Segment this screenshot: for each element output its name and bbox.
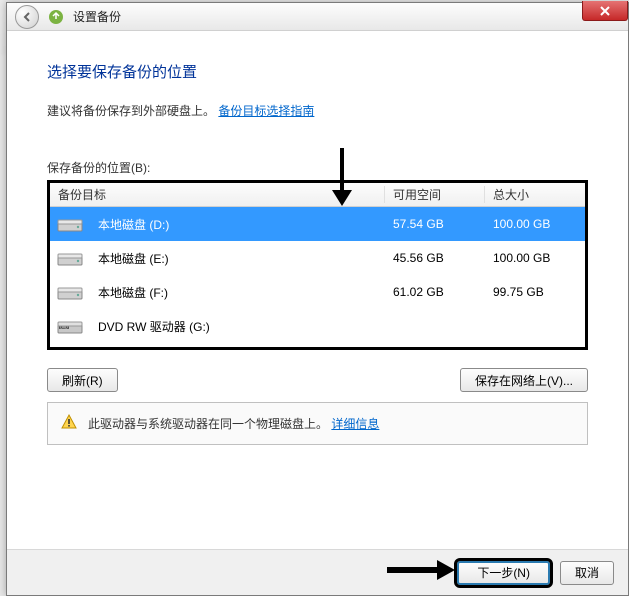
- drive-name: DVD RW 驱动器 (G:): [98, 318, 210, 335]
- table-row[interactable]: 本地磁盘 (F:) 61.02 GB99.75 GB: [50, 275, 585, 309]
- drive-table: 备份目标 可用空间 总大小 本地磁盘 (D:)57.54 GB100.00 GB…: [47, 180, 588, 350]
- table-body: 本地磁盘 (D:)57.54 GB100.00 GB本地磁盘 (E:)45.56…: [50, 207, 585, 347]
- page-heading: 选择要保存备份的位置: [47, 61, 588, 82]
- hdd-icon: [56, 282, 84, 302]
- footer: 下一步(N) 取消: [7, 549, 628, 595]
- warning-text: 此驱动器与系统驱动器在同一个物理磁盘上。 详细信息: [88, 415, 379, 432]
- col-total[interactable]: 总大小: [485, 186, 585, 203]
- back-button[interactable]: [15, 5, 39, 29]
- free-space: 61.02 GB: [385, 285, 485, 299]
- col-free[interactable]: 可用空间: [385, 186, 485, 203]
- recommendation-text: 建议将备份保存到外部硬盘上。 备份目标选择指南: [47, 102, 588, 119]
- titlebar: 设置备份: [7, 3, 628, 31]
- total-size: 99.75 GB: [485, 285, 585, 299]
- total-size: 100.00 GB: [485, 251, 585, 265]
- content-area: 选择要保存备份的位置 建议将备份保存到外部硬盘上。 备份目标选择指南 保存备份的…: [7, 31, 628, 465]
- backup-icon: [47, 8, 65, 26]
- table-row[interactable]: 本地磁盘 (D:) 57.54 GB100.00 GB: [50, 207, 585, 241]
- warning-icon: [60, 413, 78, 434]
- table-row[interactable]: 本地磁盘 (E:) 45.56 GB100.00 GB: [50, 241, 585, 275]
- table-header: 备份目标 可用空间 总大小: [50, 183, 585, 207]
- free-space: 57.54 GB: [385, 217, 485, 231]
- refresh-button[interactable]: 刷新(R): [47, 368, 118, 392]
- hdd-icon: [56, 214, 84, 234]
- drive-name: 本地磁盘 (E:): [98, 250, 169, 267]
- warning-box: 此驱动器与系统驱动器在同一个物理磁盘上。 详细信息: [47, 402, 588, 445]
- table-row[interactable]: DVD DVD RW 驱动器 (G:): [50, 309, 585, 343]
- col-target[interactable]: 备份目标: [50, 186, 385, 203]
- wizard-window: 设置备份 选择要保存备份的位置 建议将备份保存到外部硬盘上。 备份目标选择指南 …: [6, 2, 629, 596]
- dvd-drive-icon: DVD: [56, 316, 84, 336]
- next-button[interactable]: 下一步(N): [457, 561, 550, 585]
- warning-details-link[interactable]: 详细信息: [331, 417, 379, 431]
- close-button[interactable]: [582, 1, 628, 21]
- hdd-icon: [56, 248, 84, 268]
- guide-link[interactable]: 备份目标选择指南: [218, 104, 314, 118]
- list-label: 保存备份的位置(B):: [47, 159, 588, 176]
- drive-name: 本地磁盘 (D:): [98, 216, 169, 233]
- save-on-network-button[interactable]: 保存在网络上(V)...: [460, 368, 588, 392]
- total-size: 100.00 GB: [485, 217, 585, 231]
- free-space: 45.56 GB: [385, 251, 485, 265]
- drive-name: 本地磁盘 (F:): [98, 284, 168, 301]
- window-title: 设置备份: [73, 8, 121, 25]
- cancel-button[interactable]: 取消: [560, 561, 614, 585]
